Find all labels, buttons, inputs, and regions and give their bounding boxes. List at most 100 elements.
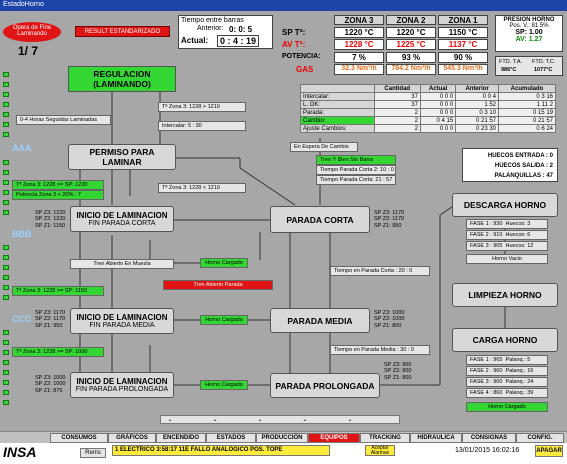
- tren-abierto-label: Tren Abierto En Muesla: [70, 259, 174, 269]
- stats-cell: 0 21 57: [498, 116, 556, 125]
- sp-temp-z1: 1150 °C: [438, 27, 488, 38]
- inicio2-line-2: FIN PARADA MEDIA: [89, 322, 155, 329]
- status-led: [3, 132, 9, 137]
- gas-label: GAS: [296, 65, 314, 74]
- table-row: Cambio: 2 0 4 15 0 21 57 0 21 57: [300, 116, 556, 125]
- apagar-button[interactable]: APAGAR: [535, 445, 563, 457]
- scroll-down-bar[interactable]: ⌄⌄⌄⌄⌄: [160, 415, 400, 424]
- sp-z2: SP Z2: 1000: [374, 316, 405, 323]
- inicio2-line-1: INICIO DE LAMINACION: [76, 313, 168, 322]
- sp-block-pc: SP Z3: 1170 SP Z2: 1170 SP Z1: 950: [374, 210, 404, 229]
- stats-cell: 2: [373, 108, 421, 117]
- tab-consumos[interactable]: CONSUMOS: [50, 433, 108, 443]
- ack-alarms-button[interactable]: Aceptar Alarmas: [365, 445, 395, 456]
- insa-logo: INSA: [3, 444, 37, 460]
- permiso-line-1: PERMISO PARA: [89, 147, 155, 157]
- table-row: L. OK: 37 0 0 0 1 52 1 11 2: [300, 100, 556, 109]
- ftd-tc-label: FTD. T.C.: [532, 59, 556, 65]
- tab-graficos[interactable]: GRÁFICOS: [108, 433, 156, 443]
- stats-cell: 0 0 4: [455, 92, 500, 101]
- tab-consignas[interactable]: CONSIGNAS: [462, 433, 516, 443]
- permiso-line-2: LAMINAR: [102, 157, 142, 167]
- bar-time-title: Tiempo entre barras: [181, 17, 244, 24]
- table-row: Ajuste Cambios: 2 0 0 0 0 23 30 0 6 24: [300, 124, 556, 133]
- fase-palanq: Palanq.: 16: [505, 368, 534, 374]
- inicio3-line-1: INICIO DE LAMINACION: [76, 377, 168, 386]
- stats-cell: 0 0 0: [419, 124, 457, 133]
- sp-temp-z3: 1220 °C: [334, 27, 384, 38]
- parada-media-state[interactable]: PARADA MEDIA: [270, 308, 370, 333]
- zona3-condition-b: Tª Zona 3: 1228 < 1210: [158, 183, 246, 193]
- descarga-fase-2: FASE 2 : 910 Huecos: 6: [466, 230, 548, 240]
- mode-line-2: Laminando: [17, 31, 47, 37]
- carga-fase-1: FASE 1 : 965 Palanq.: 5: [466, 355, 548, 365]
- permiso-state[interactable]: PERMISO PARA LAMINAR: [68, 144, 176, 170]
- tiempo-parada-media-limit: Tiempo en Parada Media : 30 : 0: [330, 345, 430, 355]
- parada-prolongada-state[interactable]: PARADA PROLONGADA: [270, 373, 380, 398]
- huecos-panel: HUECOS ENTRADA : 0 HUECOS SALIDA : 2 PAL…: [462, 148, 558, 182]
- ftd-ta-value: 986°C: [501, 67, 517, 73]
- stats-cell: 0 0 0: [419, 100, 457, 109]
- av-temp-z1: 1137 °C: [438, 39, 488, 50]
- inicio-fin-parada-media-state[interactable]: INICIO DE LAMINACION FIN PARADA MEDIA: [70, 308, 174, 334]
- status-led: [3, 245, 9, 250]
- regulacion-state[interactable]: REGULACION (LAMINANDO): [68, 66, 176, 92]
- stats-table: Cantidad Actual Anterior Acumulado Inter…: [300, 84, 556, 133]
- status-led: [3, 295, 9, 300]
- status-led: [3, 92, 9, 97]
- status-led: [3, 255, 9, 260]
- fase-temp: FASE 3 : 905: [470, 243, 503, 249]
- limpieza-label: LIMPIEZA HORNO: [468, 290, 542, 300]
- limpieza-horno-state[interactable]: LIMPIEZA HORNO: [452, 283, 558, 307]
- user-field[interactable]: Rems: [80, 448, 106, 458]
- inicio-fin-parada-prolongada-state[interactable]: INICIO DE LAMINACION FIN PARADA PROLONGA…: [70, 372, 174, 398]
- tiempo-parada-corta-limit: Tiempo en Parada Corta : 20 : 0: [330, 266, 430, 276]
- tab-hidraulica[interactable]: HIDRAULICA: [410, 433, 462, 443]
- descarga-fase-1: FASE 1 : 930 Huecos: 3: [466, 219, 548, 229]
- inicio-fin-parada-corta-state[interactable]: INICIO DE LAMINACION FIN PARADA CORTA: [70, 206, 174, 232]
- tab-estados[interactable]: ESTADOS: [206, 433, 256, 443]
- tren-alarma-label: Tren Abierto Parada: [163, 280, 273, 290]
- status-led: [3, 265, 9, 270]
- tren-vacio-condition: Tren Y Bien Sin Barra: [316, 155, 396, 165]
- sp-z1: SP Z1: 950: [35, 322, 63, 329]
- palanquillas: PALANQUILLAS : 47: [494, 173, 553, 179]
- stats-cell: 37: [373, 92, 421, 101]
- stats-cell: Parada:: [300, 108, 375, 117]
- parada-corta-state[interactable]: PARADA CORTA: [270, 206, 370, 233]
- gas-z1: 545.3 Nm³/h: [438, 64, 488, 75]
- group-label-aaa: AAA: [12, 143, 32, 153]
- status-led: [3, 102, 9, 107]
- horno-vacio-label: Horno Vacio: [466, 254, 548, 264]
- inicio1-line-2: FIN PARADA CORTA: [88, 220, 156, 227]
- status-led: [3, 390, 9, 395]
- intercalar-condition: Intercalar: 5 : 30: [158, 121, 246, 131]
- status-led: [3, 170, 9, 175]
- power-label: POTENCIA:: [282, 53, 321, 60]
- horno-cargado-3: Horno Cargado: [200, 380, 248, 390]
- sp-z2: SP Z2: 1220: [35, 216, 66, 223]
- zone-3-header: ZONA 3: [334, 15, 384, 25]
- tab-config[interactable]: CONFIG.: [516, 433, 564, 443]
- power-z1: 90 %: [438, 52, 488, 63]
- left-condition-a1: Tª Zona 3: 1228 >= SP: 1220: [12, 180, 104, 190]
- carga-horno-state[interactable]: CARGA HORNO: [452, 328, 558, 352]
- tab-tracking[interactable]: TRACKING: [360, 433, 410, 443]
- tab-equipos[interactable]: EQUIPOS: [308, 433, 360, 443]
- stats-cell: 0 0 0: [419, 92, 457, 101]
- mode-indicator: Opera de Fine Laminando: [3, 22, 61, 42]
- status-led: [3, 122, 9, 127]
- sp-z2: SP Z2: 900: [384, 368, 412, 375]
- group-label-bbb: BBB: [12, 229, 32, 239]
- parada-corta-label: PARADA CORTA: [286, 214, 354, 225]
- sp-block-1: SP Z3: 1220 SP Z2: 1220 SP Z1: 1150: [35, 210, 65, 229]
- fase-temp: FASE 4 : 860: [470, 390, 503, 396]
- carga-fase-2: FASE 2 : 960 Palanq.: 16: [466, 366, 548, 376]
- tab-produccion[interactable]: PRODUCCIÓN: [256, 433, 308, 443]
- parada-media-label: PARADA MEDIA: [287, 315, 353, 326]
- fase-huecos: Huecos: 6: [505, 232, 531, 238]
- bottom-tab-bar: CONSUMOS GRÁFICOS ENCENDIDO ESTADOS PROD…: [0, 431, 567, 443]
- descarga-horno-state[interactable]: DESCARGA HORNO: [452, 193, 558, 217]
- tab-encendido[interactable]: ENCENDIDO: [156, 433, 206, 443]
- stats-cell: 2: [373, 124, 421, 133]
